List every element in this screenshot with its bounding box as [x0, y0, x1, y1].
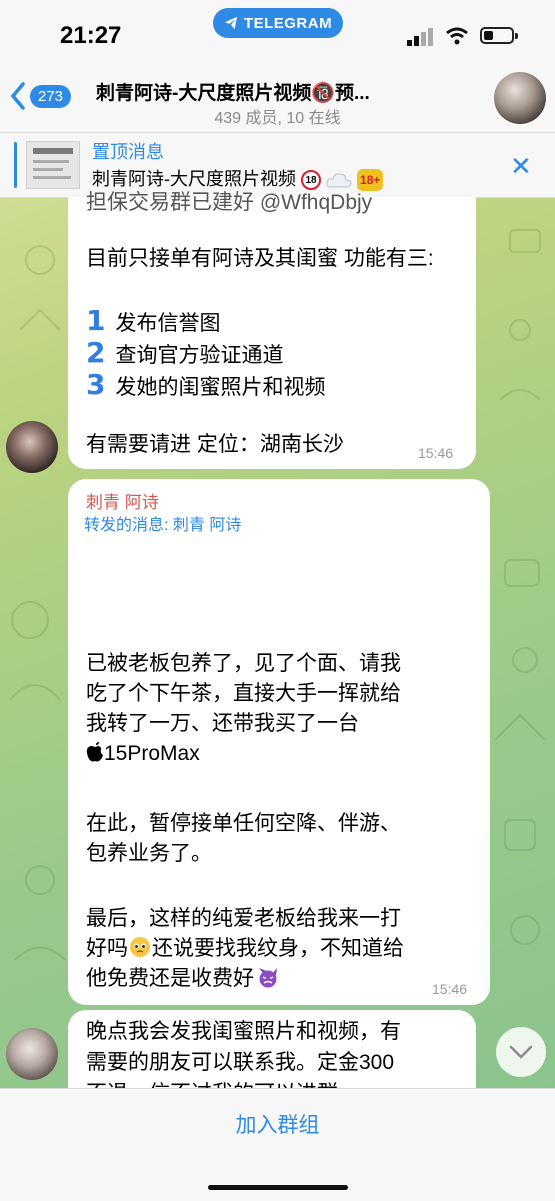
chevron-down-icon [509, 1045, 533, 1059]
signal-icon [407, 28, 433, 46]
bottom-bar: 加入群组 [0, 1088, 555, 1201]
message-paragraph: 在此，暂停接单任何空降、伴游、 包养业务了。 [86, 812, 401, 865]
close-icon[interactable]: ✕ [510, 151, 532, 182]
apple-logo-icon [86, 742, 103, 762]
pinned-thumbnail [26, 141, 80, 189]
chat-title[interactable]: 刺青阿诗-大尺度照片视频🔞预... [96, 78, 466, 105]
list-item: 3 发她的闺蜜照片和视频 [86, 368, 326, 401]
home-indicator[interactable] [208, 1185, 348, 1190]
message-intro: 目前只接单有阿诗及其闺蜜 功能有三: [86, 247, 434, 270]
message-bubble[interactable]: 担保交易群已建好 @WfhqDbjy 目前只接单有阿诗及其闺蜜 功能有三: 1发… [68, 191, 476, 469]
message-time: 15:46 [432, 981, 468, 997]
pinned-text-body: 刺青阿诗-大尺度照片视频 [92, 169, 296, 189]
message-time: 15:46 [418, 445, 454, 461]
forwarded-from-label[interactable]: 转发的消息: 刺青 阿诗 [84, 511, 241, 535]
sender-name[interactable]: 刺青 阿诗 [86, 488, 159, 513]
battery-icon [480, 27, 518, 44]
chat-header: 273 刺青阿诗-大尺度照片视频🔞预... 439 成员, 10 在线 [0, 70, 555, 133]
pinned-indicator [14, 142, 17, 188]
group-avatar[interactable] [494, 72, 546, 124]
telegram-pill[interactable]: TELEGRAM [213, 8, 343, 38]
pinned-label: 置顶消息 [92, 142, 164, 162]
angry-devil-icon [259, 968, 277, 988]
sender-avatar[interactable] [6, 1028, 58, 1080]
scroll-down-button[interactable] [496, 1027, 546, 1077]
message-closing: 有需要请进 定位：湖南长沙 [86, 433, 344, 456]
message-partial-line: 担保交易群已建好 @WfhqDbjy [86, 191, 373, 214]
status-time: 21:27 [60, 22, 122, 49]
message-paragraph: 最后，这样的纯爱老板给我来一打 好吗 还说要找我纹身，不知道给 他免费还是收费好 [86, 907, 404, 990]
join-group-button[interactable]: 加入群组 [0, 1109, 555, 1139]
list-item: 2 查询官方验证通道 [86, 336, 284, 369]
forwarded-message-bubble[interactable]: 已被老板包养了，见了个面、请我 吃了个下午茶，直接大手一挥就给 我转了一万、还带… [68, 479, 490, 1005]
status-bar: 21:27 TELEGRAM [0, 0, 555, 70]
list-item: 1 发布信誉图 [86, 304, 221, 337]
wifi-icon [446, 27, 468, 45]
paper-plane-icon [224, 16, 238, 30]
pleading-face-icon [130, 937, 150, 957]
message-paragraph: 已被老板包养了，见了个面、请我 吃了个下午茶，直接大手一挥就给 我转了一万、还带… [86, 652, 401, 765]
chat-subtitle: 439 成员, 10 在线 [214, 110, 341, 127]
telegram-pill-label: TELEGRAM [243, 14, 333, 32]
sender-avatar[interactable] [6, 421, 58, 473]
